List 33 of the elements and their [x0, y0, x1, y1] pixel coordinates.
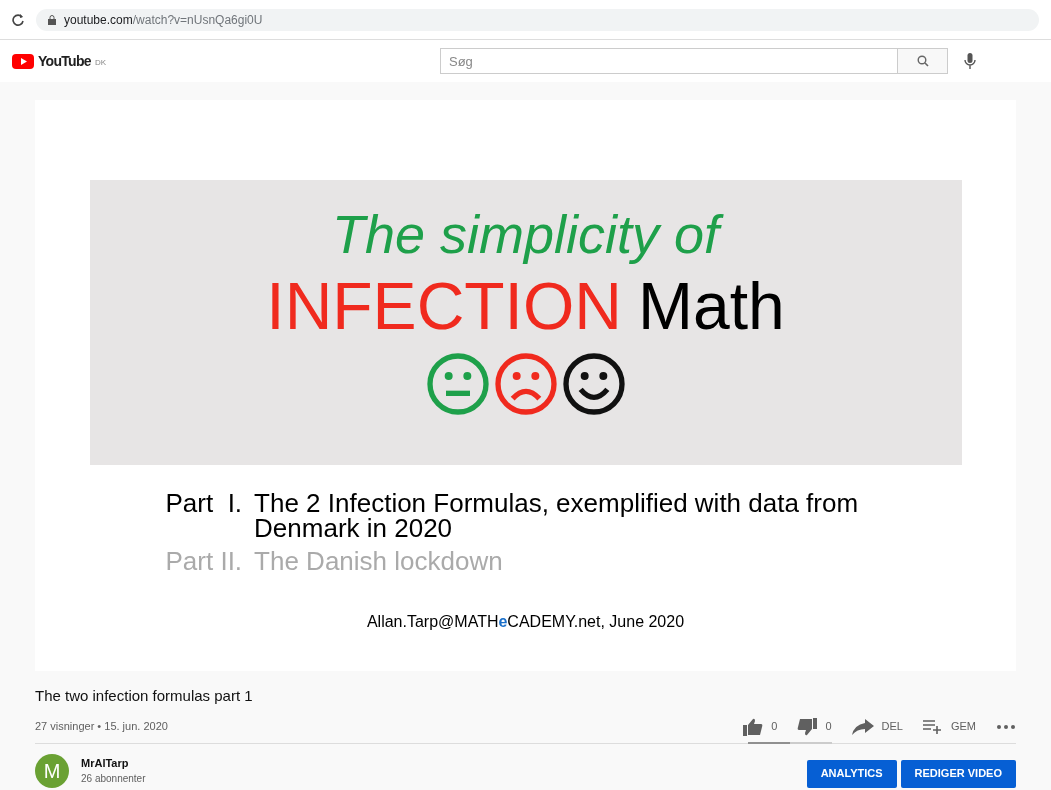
- reload-icon[interactable]: [12, 13, 24, 26]
- thumbs-up-icon: [743, 717, 764, 736]
- microphone-icon[interactable]: [964, 53, 976, 69]
- playlist-add-icon: [922, 719, 943, 734]
- slide-title-word: INFECTION: [266, 268, 622, 344]
- play-logo-icon[interactable]: [12, 53, 34, 69]
- url-text: youtube.com/watch?v=nUsnQa6gi0U: [64, 11, 263, 29]
- channel-name[interactable]: MrAlTarp: [81, 754, 146, 772]
- action-button[interactable]: ANALYTICS: [806, 759, 897, 788]
- like-button[interactable]: 0: [743, 717, 778, 736]
- part-text: The 2 Infection Formulas, exemplified with data from Denmark in 2020: [254, 491, 860, 541]
- part-label: Part II.: [165, 549, 243, 574]
- subscriber-count: 26 abonnenter: [81, 772, 146, 787]
- search-field[interactable]: Søg: [440, 48, 898, 74]
- dislike-button[interactable]: 0: [797, 717, 832, 736]
- video-title: The two infection formulas part 1: [35, 686, 254, 706]
- part-text: The Danish lockdown: [254, 549, 503, 574]
- save-button[interactable]: GEM: [922, 718, 976, 735]
- search-icon: [916, 55, 929, 67]
- video-meta: 27 visninger • 15. jun. 2020: [35, 719, 168, 735]
- search-button[interactable]: [898, 48, 948, 74]
- share-arrow-icon: [851, 718, 874, 735]
- part-label: Part I.: [165, 491, 243, 520]
- thumbs-down-icon: [797, 717, 818, 736]
- lock-icon: [48, 14, 56, 25]
- slide-title-word: Math: [637, 268, 785, 344]
- slide-credit: Allan.Tarp@MATHeCADEMY.net, June 2020: [366, 612, 685, 632]
- logo-text[interactable]: YouTube: [38, 50, 91, 72]
- action-button[interactable]: REDIGER VIDEO: [900, 759, 1016, 788]
- share-button[interactable]: DEL: [851, 718, 903, 735]
- region-label: DK: [94, 56, 107, 69]
- more-icon[interactable]: [996, 723, 1016, 730]
- address-bar[interactable]: youtube.com/watch?v=nUsnQa6gi0U: [36, 8, 1039, 31]
